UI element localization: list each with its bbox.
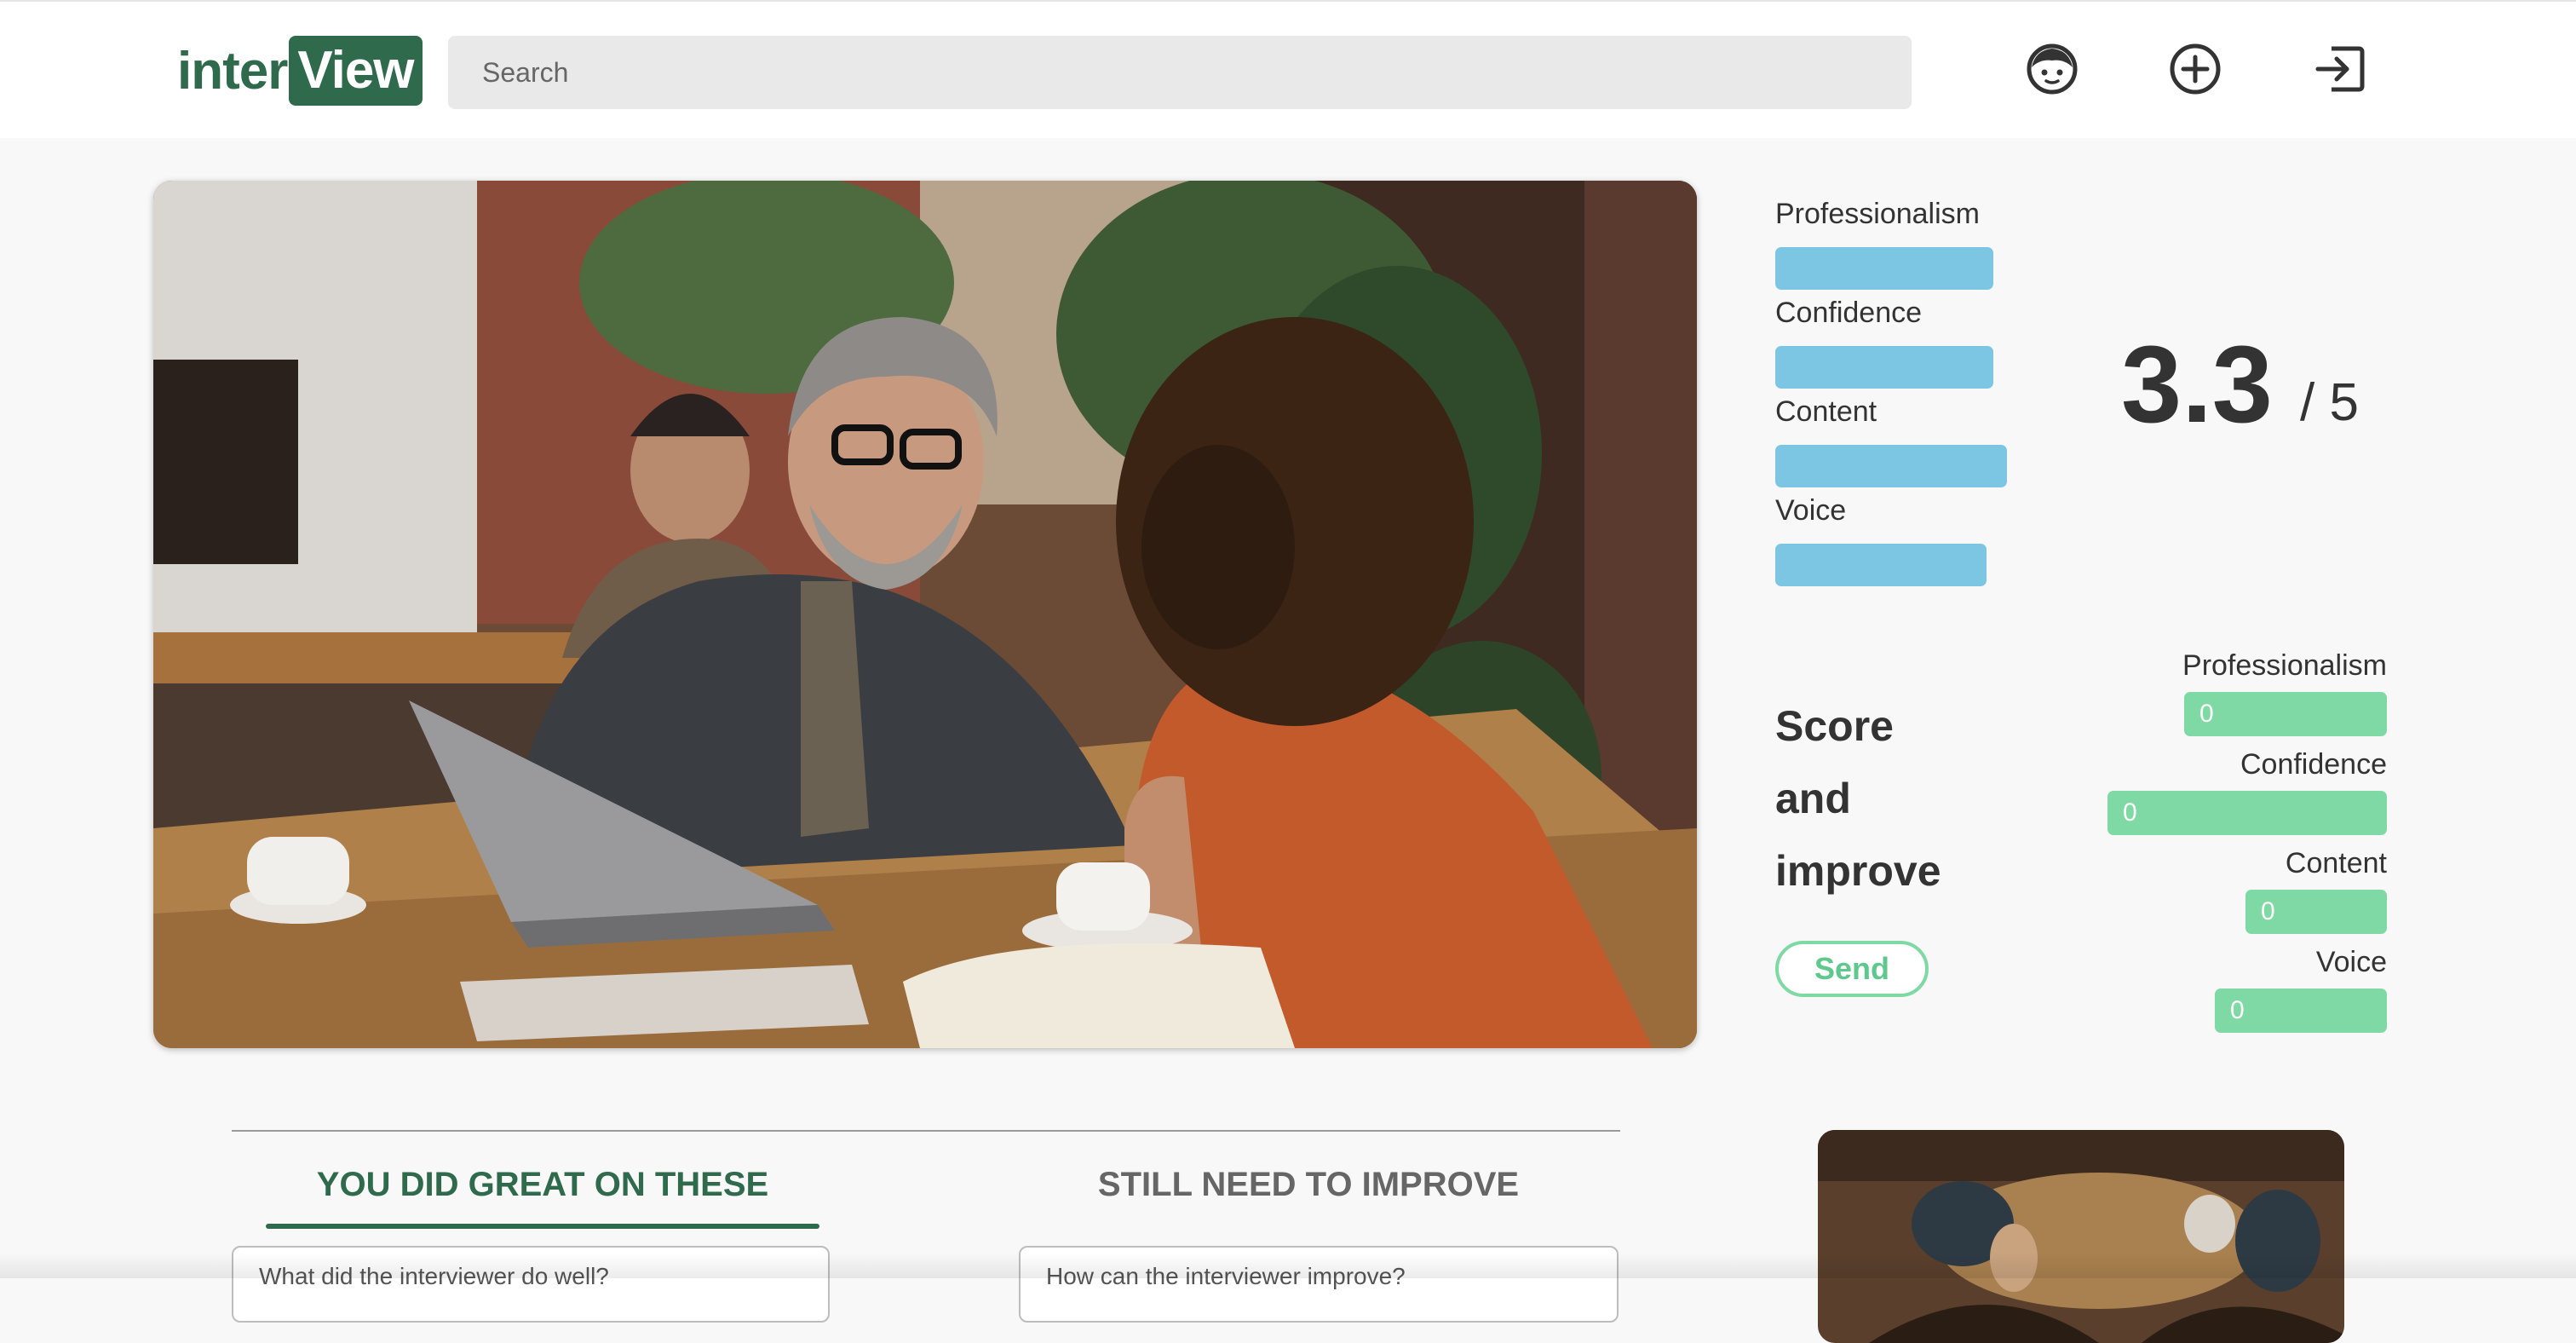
- rating-bar-confidence: [1775, 346, 1993, 389]
- interview-video-image: [153, 181, 1697, 1048]
- logout-icon[interactable]: [2310, 39, 2370, 99]
- add-circle-icon[interactable]: [2165, 39, 2225, 99]
- score-input-voice[interactable]: [2215, 989, 2387, 1033]
- tab-need-to-improve[interactable]: STILL NEED TO IMPROVE: [1053, 1166, 1564, 1204]
- tab-did-great[interactable]: YOU DID GREAT ON THESE: [266, 1166, 819, 1204]
- score-input-professionalism[interactable]: [2184, 692, 2387, 736]
- score-label-voice: Voice: [2315, 946, 2387, 978]
- feedback-divider: [232, 1130, 1620, 1132]
- overall-score-denominator: / 5: [2300, 373, 2359, 432]
- rating-bar-professionalism: [1775, 247, 1993, 290]
- send-button[interactable]: Send: [1775, 941, 1929, 997]
- improve-textarea[interactable]: [1019, 1246, 1619, 1323]
- score-title-line-3: improve: [1775, 847, 1941, 895]
- rating-bar-content: [1775, 445, 2007, 487]
- score-label-confidence: Confidence: [2240, 748, 2387, 781]
- logo-text-view: View: [289, 36, 423, 106]
- rating-label-professionalism: Professionalism: [1775, 198, 1980, 230]
- search-input[interactable]: [448, 36, 1912, 109]
- rating-label-content: Content: [1775, 395, 1877, 428]
- score-and-improve-title: Score and improve: [1775, 690, 1997, 908]
- top-navbar: inter View: [0, 0, 2576, 138]
- face-icon[interactable]: [2022, 39, 2082, 99]
- did-well-textarea[interactable]: [232, 1246, 830, 1323]
- score-title-line-2: and: [1775, 775, 1851, 822]
- rating-label-confidence: Confidence: [1775, 297, 1923, 329]
- score-label-professionalism: Professionalism: [2182, 649, 2387, 682]
- score-input-content[interactable]: [2245, 890, 2387, 934]
- overall-score-value: 3.3: [2121, 324, 2273, 446]
- logo-text-inter: inter: [177, 41, 288, 101]
- score-label-content: Content: [2285, 847, 2387, 879]
- rating-bar-voice: [1775, 544, 1987, 586]
- score-input-confidence[interactable]: [2107, 791, 2387, 835]
- app-logo[interactable]: inter View: [177, 36, 423, 106]
- meeting-thumbnail-image[interactable]: [1818, 1130, 2344, 1343]
- tab-did-great-underline: [266, 1224, 819, 1229]
- score-title-line-1: Score: [1775, 702, 1894, 750]
- rating-label-voice: Voice: [1775, 494, 1847, 527]
